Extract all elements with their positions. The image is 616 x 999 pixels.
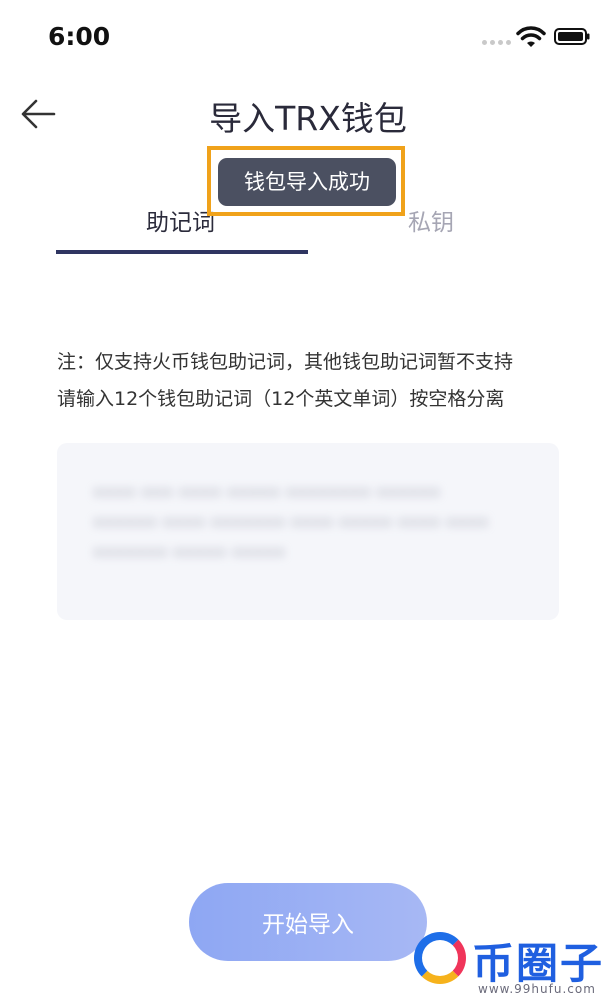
cellular-signal-icon [482, 40, 511, 45]
note-line-2: 请输入12个钱包助记词（12个英文单词）按空格分离 [57, 388, 505, 410]
status-time: 6:00 [48, 22, 111, 51]
tab-mnemonic[interactable]: 助记词 [146, 203, 215, 237]
start-import-button[interactable]: 开始导入 [189, 883, 427, 961]
mnemonic-input[interactable]: •••• ••• •••• ••••• •••••••• •••••• ••••… [57, 443, 559, 620]
watermark-url: www.99hufu.com [478, 982, 596, 996]
active-tab-indicator [56, 250, 308, 254]
battery-icon [554, 28, 590, 45]
wifi-icon [516, 26, 546, 47]
watermark-logo-icon [414, 932, 466, 984]
tab-private-key[interactable]: 私钥 [408, 203, 454, 237]
page-title: 导入TRX钱包 [209, 99, 407, 138]
note-line-1: 注：仅支持火币钱包助记词，其他钱包助记词暂不支持 [57, 351, 514, 373]
success-toast: 钱包导入成功 [218, 158, 396, 206]
status-bar: 6:00 [0, 0, 616, 80]
import-notes: 注：仅支持火币钱包助记词，其他钱包助记词暂不支持 请输入12个钱包助记词（12个… [57, 344, 577, 418]
mnemonic-input-value: •••• ••• •••• ••••• •••••••• •••••• ••••… [93, 483, 489, 564]
watermark: 币圈子 www.99hufu.com [408, 928, 616, 999]
